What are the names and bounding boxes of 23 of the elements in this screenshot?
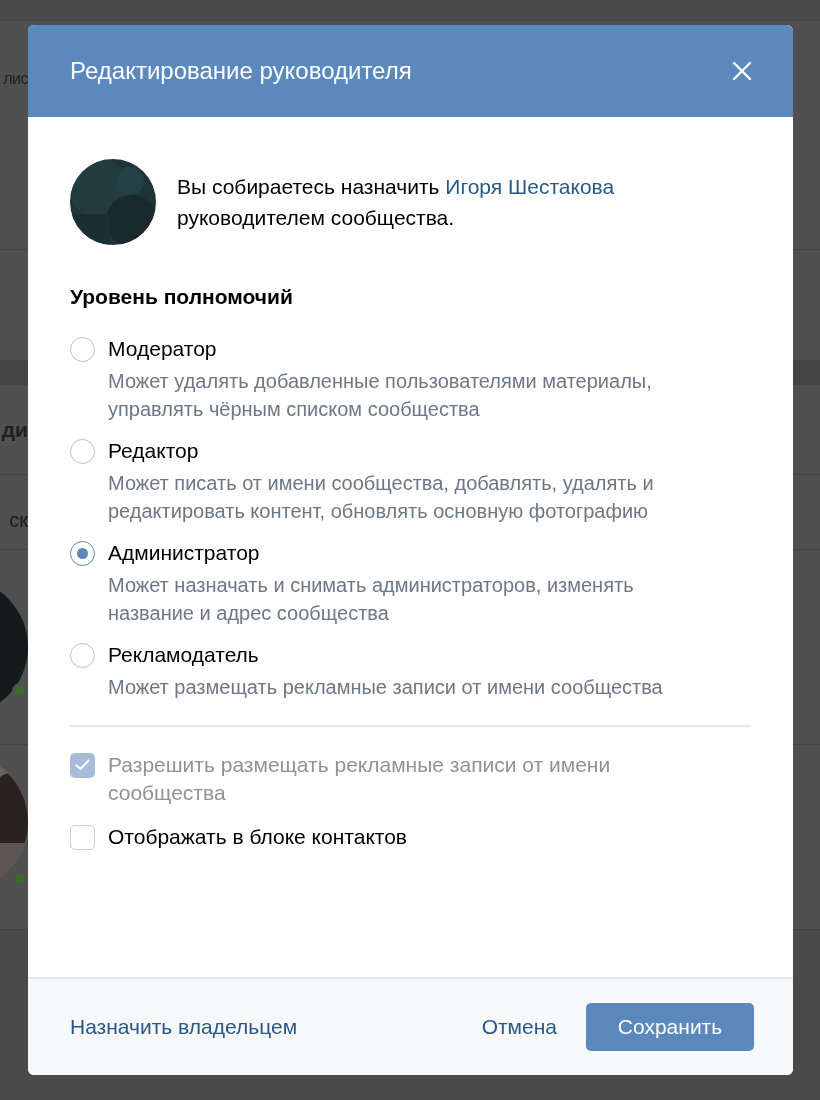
- role-description: Может удалять добавленные пользователями материалы, управлять чёрным списком сообщества: [108, 368, 653, 422]
- cancel-button[interactable]: Отмена: [465, 1003, 573, 1051]
- checkbox[interactable]: [70, 824, 95, 850]
- section-title: Уровень полномочий: [70, 284, 294, 310]
- radio-button[interactable]: [70, 336, 95, 362]
- radio-button[interactable]: [70, 642, 95, 668]
- radio-button[interactable]: [70, 438, 95, 464]
- dialog-title: Редактирование руководителя: [70, 56, 412, 86]
- role-description: Может размещать рекламные записи от имени сообщества: [108, 674, 664, 700]
- person-link[interactable]: Игоря Шестакова: [445, 175, 615, 198]
- save-button[interactable]: Сохранить: [586, 1003, 754, 1051]
- role-description: Может назначать и снимать администраторов, изменять название и адрес сообщества: [108, 572, 635, 626]
- close-icon[interactable]: [731, 60, 753, 82]
- role-description: Может писать от имени сообщества, добавлять, удалять и редактировать контент, обновлять основную фотографию: [108, 470, 655, 524]
- role-label: Администратор: [108, 539, 261, 566]
- role-label: Рекламодатель: [108, 641, 260, 668]
- owner-link[interactable]: Назначить владельцем: [70, 1011, 298, 1043]
- intro-text: Вы собираетесь назначить Игоря Шестакова руководителем сообщества.: [177, 174, 615, 231]
- checkbox-label: Разрешить размещать рекламные записи от имени сообщества: [108, 751, 612, 806]
- checkmark-icon: [75, 759, 90, 771]
- role-label: Модератор: [108, 335, 218, 362]
- checkbox-label: Отображать в блоке контактов: [108, 823, 409, 850]
- role-label: Редактор: [108, 437, 200, 464]
